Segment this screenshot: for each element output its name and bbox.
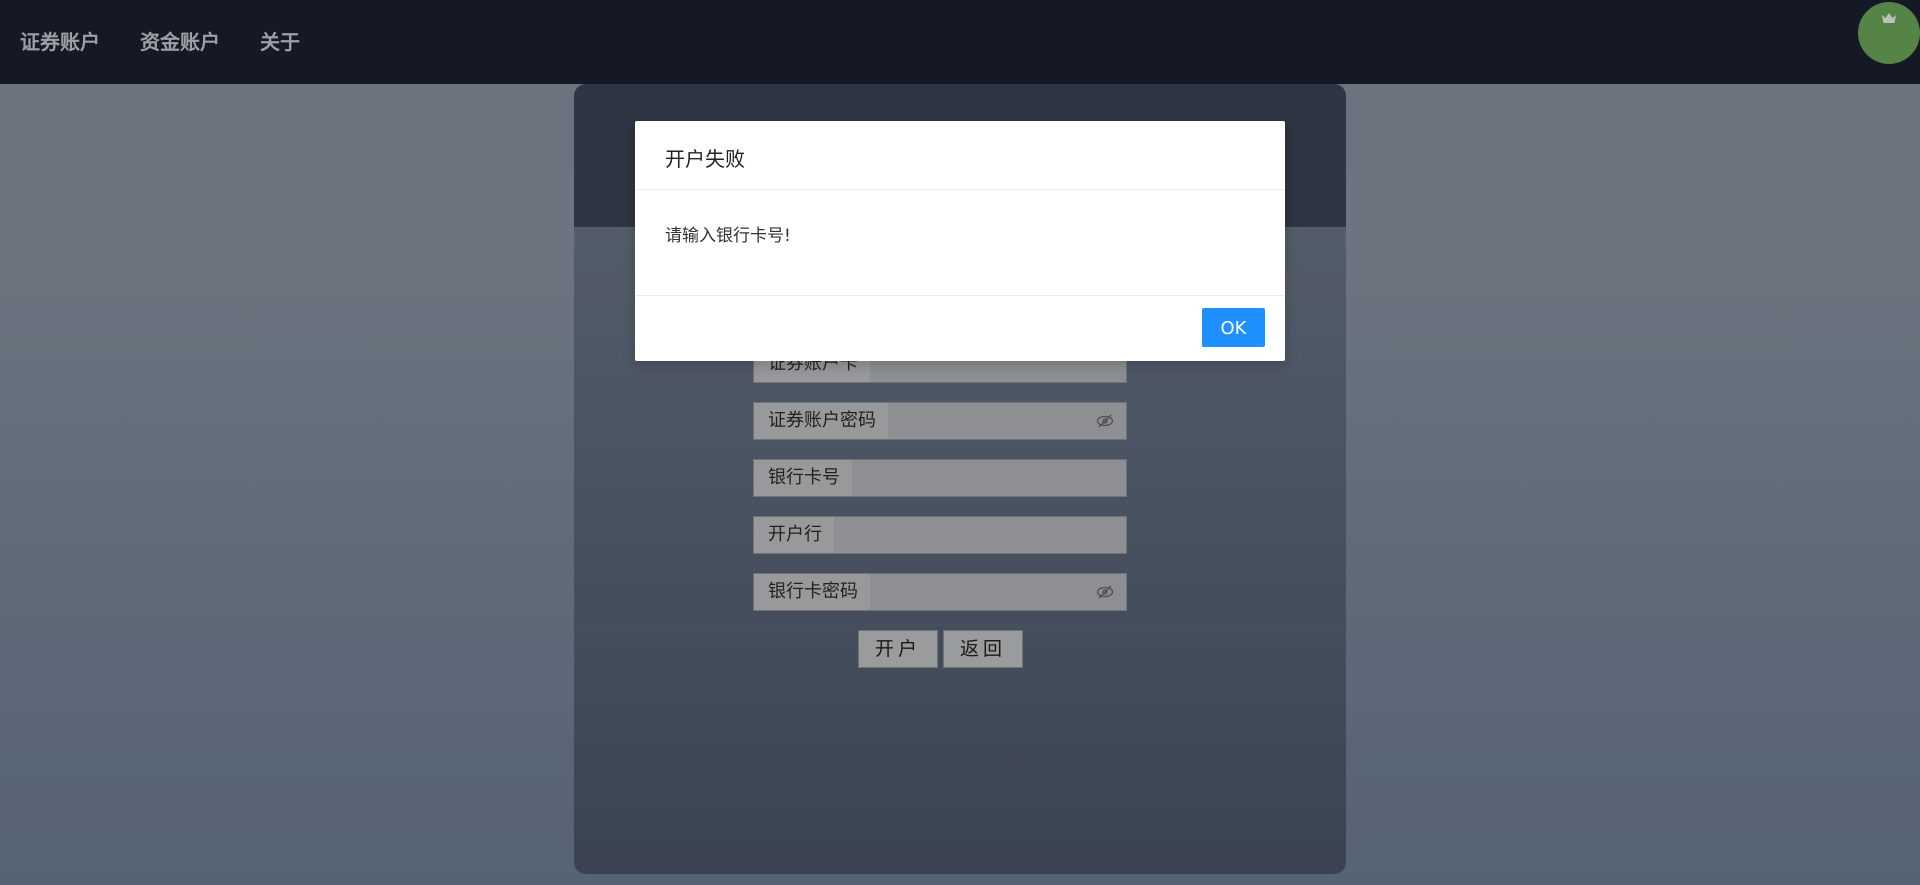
dialog-title: 开户失败	[665, 147, 745, 171]
dialog-message: 请输入银行卡号!	[665, 226, 791, 246]
dialog-divider	[635, 295, 1285, 296]
ok-button[interactable]: OK	[1202, 308, 1265, 347]
dialog-divider	[635, 189, 1285, 190]
error-dialog: 开户失败 请输入银行卡号! OK	[635, 121, 1285, 361]
